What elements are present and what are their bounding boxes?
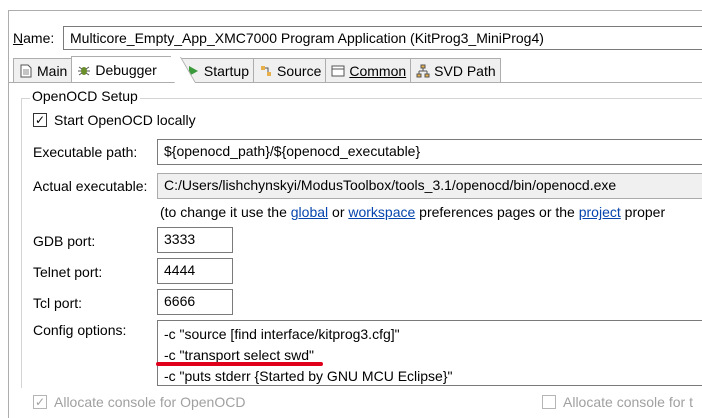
telnet-port-label: Telnet port: [33, 264, 103, 280]
checkmark-icon: ✓ [34, 395, 46, 409]
global-link[interactable]: global [291, 204, 328, 220]
tab-bar: Main Debugger Startup Source Common SVD … [13, 56, 501, 82]
config-options-textarea[interactable]: -c "source [find interface/kitprog3.cfg]… [157, 320, 702, 386]
executable-path-label: Executable path: [33, 144, 138, 160]
gdb-port-label: GDB port: [33, 233, 96, 249]
tab-main-label: Main [37, 62, 68, 79]
common-icon [330, 63, 346, 79]
openocd-setup-title: OpenOCD Setup [30, 88, 140, 104]
telnet-port-input[interactable]: 4444 [157, 258, 233, 284]
preferences-hint: (to change it use the global or workspac… [160, 203, 665, 221]
allocate-console-right-label: Allocate console for t [563, 394, 693, 410]
dialog-left-border [8, 10, 9, 418]
name-label: Name: [13, 30, 55, 46]
allocate-console-label: Allocate console for OpenOCD [54, 394, 246, 410]
tab-debugger-label: Debugger [95, 61, 157, 78]
page-icon [18, 63, 34, 79]
config-line: -c "source [find interface/kitprog3.cfg]… [164, 326, 400, 342]
tab-main[interactable]: Main [13, 58, 73, 82]
executable-path-input[interactable]: ${openocd_path}/${openocd_executable} [157, 139, 702, 165]
tab-source-label: Source [277, 62, 322, 79]
bug-icon [76, 62, 92, 78]
workspace-link[interactable]: workspace [348, 204, 415, 220]
gdb-port-input[interactable]: 3333 [157, 227, 233, 253]
project-link[interactable]: project [579, 204, 621, 220]
tree-icon [415, 63, 431, 79]
actual-executable-value: C:/Users/lishchynskyi/ModusToolbox/tools… [157, 173, 702, 199]
start-openocd-label: Start OpenOCD locally [54, 112, 196, 128]
source-icon [258, 63, 274, 79]
start-openocd-checkbox[interactable]: ✓ [33, 113, 47, 127]
tab-startup-label: Startup [203, 62, 249, 79]
tab-debugger[interactable]: Debugger [71, 56, 171, 82]
tab-svd-path[interactable]: SVD Path [410, 58, 501, 82]
tab-source[interactable]: Source [253, 58, 327, 82]
allocate-console-right-checkbox[interactable] [542, 395, 556, 409]
checkmark-icon: ✓ [34, 113, 46, 127]
hint-middle: preferences pages or the [415, 204, 579, 220]
tab-common-label: Common [349, 62, 407, 79]
dialog-top-border [8, 10, 702, 11]
tab-svd-path-label: SVD Path [434, 62, 496, 79]
tab-separator [8, 82, 702, 83]
tab-common[interactable]: Common [325, 58, 412, 82]
actual-executable-label: Actual executable: [33, 178, 148, 194]
tcl-port-input[interactable]: 6666 [157, 289, 233, 315]
hint-or: or [328, 204, 349, 220]
allocate-console-checkbox[interactable]: ✓ [33, 395, 47, 409]
hint-suffix: proper [620, 204, 666, 220]
config-options-label: Config options: [33, 322, 127, 338]
tcl-port-label: Tcl port: [33, 295, 83, 311]
hint-prefix: (to change it use the [160, 204, 291, 220]
config-line: -c "puts stderr {Started by GNU MCU Ecli… [164, 368, 453, 384]
highlight-underline [156, 362, 323, 366]
name-field[interactable]: Multicore_Empty_App_XMC7000 Program Appl… [63, 26, 702, 50]
